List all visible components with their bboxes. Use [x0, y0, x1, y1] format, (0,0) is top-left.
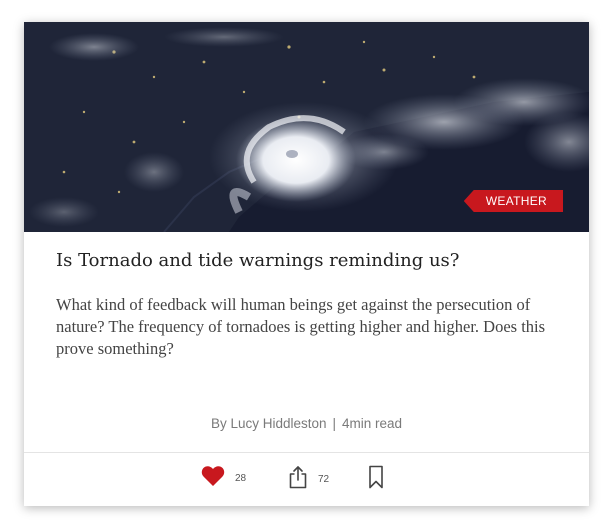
like-button[interactable]: 28 — [201, 465, 246, 492]
hero-image[interactable]: WEATHER — [24, 22, 589, 232]
like-count: 28 — [235, 473, 247, 484]
meta-separator: | — [332, 416, 337, 431]
article-card[interactable]: WEATHER Is Tornado and tide warnings rem… — [24, 22, 589, 506]
bookmark-button[interactable] — [368, 465, 384, 494]
action-bar: 28 72 — [24, 453, 589, 506]
heart-icon — [201, 465, 225, 492]
share-count: 72 — [318, 474, 330, 485]
category-badge[interactable]: WEATHER — [463, 190, 563, 212]
article-meta: By Lucy Hiddleston | 4min read — [24, 416, 589, 431]
article-title[interactable]: Is Tornado and tide warnings reminding u… — [56, 249, 556, 273]
share-icon — [288, 465, 308, 494]
share-button[interactable]: 72 — [288, 465, 329, 494]
read-time: 4min read — [342, 416, 403, 431]
author-name[interactable]: By Lucy Hiddleston — [211, 416, 327, 431]
article-excerpt: What kind of feedback will human beings … — [56, 295, 546, 358]
bookmark-icon — [368, 465, 384, 494]
